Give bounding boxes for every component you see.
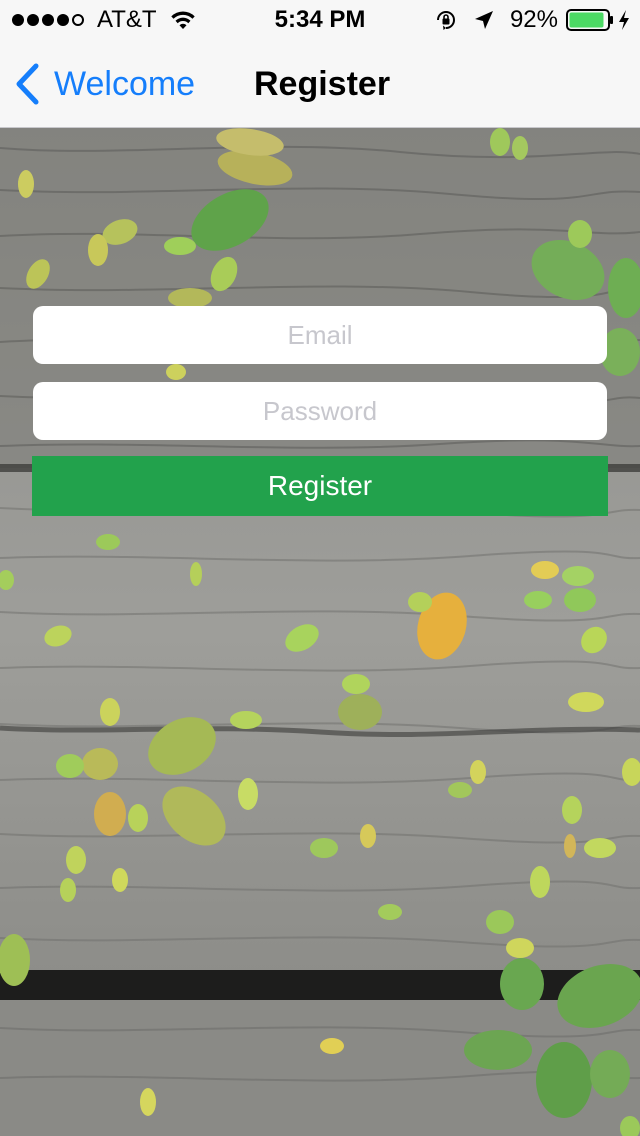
email-field[interactable] [33, 306, 607, 364]
charging-bolt-icon [619, 10, 629, 30]
password-field[interactable] [33, 382, 607, 440]
battery-fill [569, 12, 604, 28]
navigation-bar: Welcome Register [0, 40, 640, 128]
wood-leaves-background [0, 128, 640, 1136]
page-title: Register [254, 65, 391, 103]
back-button[interactable]: Welcome [14, 62, 195, 106]
battery-icon [566, 9, 613, 31]
status-bar-right: 92% [434, 6, 630, 34]
orientation-lock-icon [436, 11, 455, 30]
chevron-left-icon [16, 63, 39, 105]
battery-percent: 92% [509, 6, 558, 33]
status-bar: AT&T 5:34 PM 92% [0, 0, 640, 40]
register-button[interactable]: Register [32, 456, 608, 516]
location-arrow-icon [474, 11, 493, 29]
back-button-label: Welcome [54, 64, 196, 103]
register-screen: AT&T 5:34 PM 92% Welcome Register Email … [0, 0, 640, 1136]
register-form: Register [32, 306, 608, 516]
